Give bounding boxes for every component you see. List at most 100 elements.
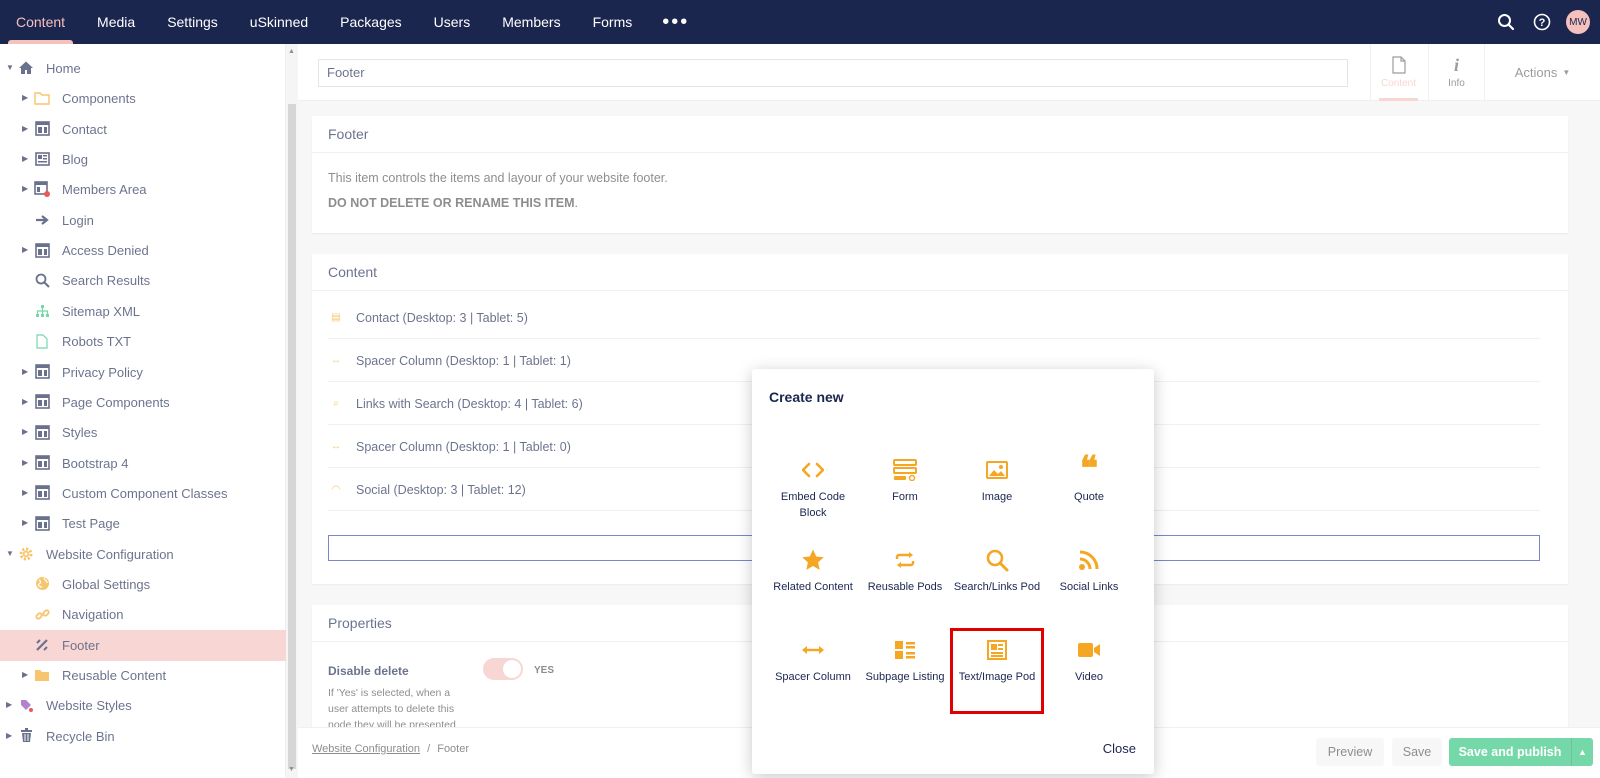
tree-item-sitemap-xml[interactable]: Sitemap XML — [0, 296, 286, 327]
caret-down-icon[interactable]: ▼ — [6, 549, 14, 558]
tree-item-website-configuration[interactable]: ▼ Website Configuration — [0, 539, 286, 570]
caret-right-icon[interactable]: ▶ — [22, 184, 30, 193]
user-avatar[interactable]: MW — [1566, 10, 1590, 34]
tree-item-search-results[interactable]: Search Results — [0, 265, 286, 296]
create-search-links-pod[interactable]: Search/Links Pod — [953, 545, 1041, 633]
tree-item-label: Blog — [62, 152, 89, 168]
caret-right-icon[interactable]: ▶ — [22, 93, 30, 102]
tree-item-login[interactable]: Login — [0, 205, 286, 236]
tile-label: Text/Image Pod — [958, 671, 1036, 683]
tree-item-label: Footer — [62, 637, 100, 653]
nav-packages[interactable]: Packages — [324, 0, 417, 44]
tree-item-home[interactable]: ▼ Home — [0, 53, 286, 84]
create-new-dialog: Create new Embed Code Block Form Image ❝… — [752, 369, 1154, 774]
tree-item-members-area[interactable]: ▶ Members Area — [0, 174, 286, 205]
nav-members[interactable]: Members — [486, 0, 576, 44]
tile-label: Related Content — [773, 581, 853, 593]
tab-info[interactable]: i Info — [1428, 44, 1484, 101]
preview-button[interactable]: Preview — [1316, 738, 1384, 766]
caret-down-icon: ▼ — [1562, 68, 1571, 77]
search-icon[interactable] — [1494, 10, 1518, 34]
nav-content[interactable]: Content — [0, 0, 81, 44]
help-icon[interactable]: ? — [1530, 10, 1554, 34]
layout-icon — [34, 121, 50, 137]
caret-right-icon[interactable]: ▶ — [6, 700, 14, 709]
caret-down-icon[interactable]: ▼ — [6, 63, 14, 72]
tree-item-blog[interactable]: ▶ Blog — [0, 144, 286, 175]
caret-right-icon[interactable]: ▶ — [22, 488, 30, 497]
tree-item-page-components[interactable]: ▶ Page Components — [0, 387, 286, 418]
scroll-thumb[interactable] — [288, 104, 296, 769]
document-icon — [1391, 56, 1406, 74]
tab-content[interactable]: Content — [1370, 44, 1426, 101]
tree-item-reusable-content[interactable]: ▶ Reusable Content — [0, 660, 286, 691]
tree-item-test-page[interactable]: ▶ Test Page — [0, 508, 286, 539]
block-label: Contact (Desktop: 3 | Tablet: 5) — [356, 310, 528, 325]
caret-right-icon[interactable]: ▶ — [22, 458, 30, 467]
tree-item-access-denied[interactable]: ▶ Access Denied — [0, 235, 286, 266]
tree-item-label: Styles — [62, 425, 98, 441]
create-form[interactable]: Form — [861, 455, 949, 543]
publish-options-caret-icon[interactable]: ▲ — [1571, 738, 1593, 766]
create-spacer-column[interactable]: Spacer Column — [769, 635, 857, 723]
nav-users[interactable]: Users — [418, 0, 487, 44]
caret-right-icon[interactable]: ▶ — [22, 427, 30, 436]
create-image[interactable]: Image — [953, 455, 1041, 543]
close-button[interactable]: Close — [1103, 741, 1136, 756]
caret-right-icon[interactable]: ▶ — [22, 670, 30, 679]
content-tree: ▼ Home ▶ Components ▶ Contact ▶ Blog ▶ Members Ar… — [0, 44, 286, 778]
folder-icon — [34, 90, 50, 106]
nav-uskinned[interactable]: uSkinned — [234, 0, 324, 44]
nav-forms[interactable]: Forms — [577, 0, 649, 44]
create-video[interactable]: Video — [1045, 635, 1133, 723]
save-button[interactable]: Save — [1392, 738, 1442, 766]
tree-scrollbar[interactable]: ▲ ▼ — [286, 44, 298, 778]
create-text-image-pod[interactable]: Text/Image Pod — [950, 628, 1044, 714]
footer-warning-suffix: . — [574, 196, 579, 210]
create-quote[interactable]: ❝ Quote — [1045, 453, 1133, 543]
create-reusable-pods[interactable]: Reusable Pods — [861, 545, 949, 633]
tree-item-custom-component-classes[interactable]: ▶ Custom Component Classes — [0, 478, 286, 509]
save-and-publish-button[interactable]: Save and publish — [1449, 738, 1571, 766]
caret-right-icon[interactable]: ▶ — [22, 245, 30, 254]
scroll-down-arrow-icon[interactable]: ▼ — [288, 766, 295, 773]
tree-item-styles[interactable]: ▶ Styles — [0, 417, 286, 448]
content-panel-title: Content — [312, 254, 1568, 291]
tree-item-footer[interactable]: Footer — [0, 629, 286, 661]
actions-dropdown[interactable]: Actions ▼ — [1484, 44, 1600, 101]
create-embed-code-block[interactable]: Embed Code Block — [769, 455, 857, 543]
svg-text:?: ? — [1539, 17, 1546, 29]
tree-item-privacy-policy[interactable]: ▶ Privacy Policy — [0, 357, 286, 388]
caret-right-icon[interactable]: ▶ — [22, 518, 30, 527]
tree-item-robots-txt[interactable]: Robots TXT — [0, 326, 286, 357]
block-list-item[interactable]: ▤ Contact (Desktop: 3 | Tablet: 5) — [328, 297, 1540, 339]
caret-right-icon[interactable]: ▶ — [22, 154, 30, 163]
caret-right-icon[interactable]: ▶ — [22, 124, 30, 133]
tree-item-recycle-bin[interactable]: ▶ Recycle Bin — [0, 721, 286, 752]
create-related-content[interactable]: Related Content — [769, 545, 857, 633]
disable-delete-toggle[interactable] — [483, 658, 523, 680]
scroll-up-arrow-icon[interactable]: ▲ — [288, 48, 295, 55]
layout-icon — [34, 455, 50, 471]
create-social-links[interactable]: Social Links — [1045, 545, 1133, 633]
tree-item-bootstrap-4[interactable]: ▶ Bootstrap 4 — [0, 448, 286, 479]
search-icon — [985, 545, 1009, 575]
tree-item-global-settings[interactable]: Global Settings — [0, 569, 286, 600]
tree-item-navigation[interactable]: Navigation — [0, 599, 286, 630]
tree-item-components[interactable]: ▶ Components — [0, 83, 286, 114]
caret-right-icon[interactable]: ▶ — [22, 397, 30, 406]
caret-right-icon[interactable]: ▶ — [22, 367, 30, 376]
tree-item-website-styles[interactable]: ▶ Website Styles — [0, 690, 286, 721]
nav-settings[interactable]: Settings — [151, 0, 234, 44]
layout-icon — [34, 394, 50, 410]
caret-right-icon[interactable]: ▶ — [6, 731, 14, 740]
tile-label: Embed Code Block — [780, 491, 846, 519]
tree-item-contact[interactable]: ▶ Contact — [0, 114, 286, 145]
breadcrumb-parent-link[interactable]: Website Configuration — [312, 743, 420, 755]
node-name-input[interactable]: Footer — [318, 59, 1348, 87]
nav-media[interactable]: Media — [81, 0, 151, 44]
create-subpage-listing[interactable]: Subpage Listing — [861, 635, 949, 723]
form-icon — [893, 455, 917, 485]
nav-more-button[interactable]: ••• — [648, 0, 703, 44]
list-icon — [894, 635, 916, 665]
